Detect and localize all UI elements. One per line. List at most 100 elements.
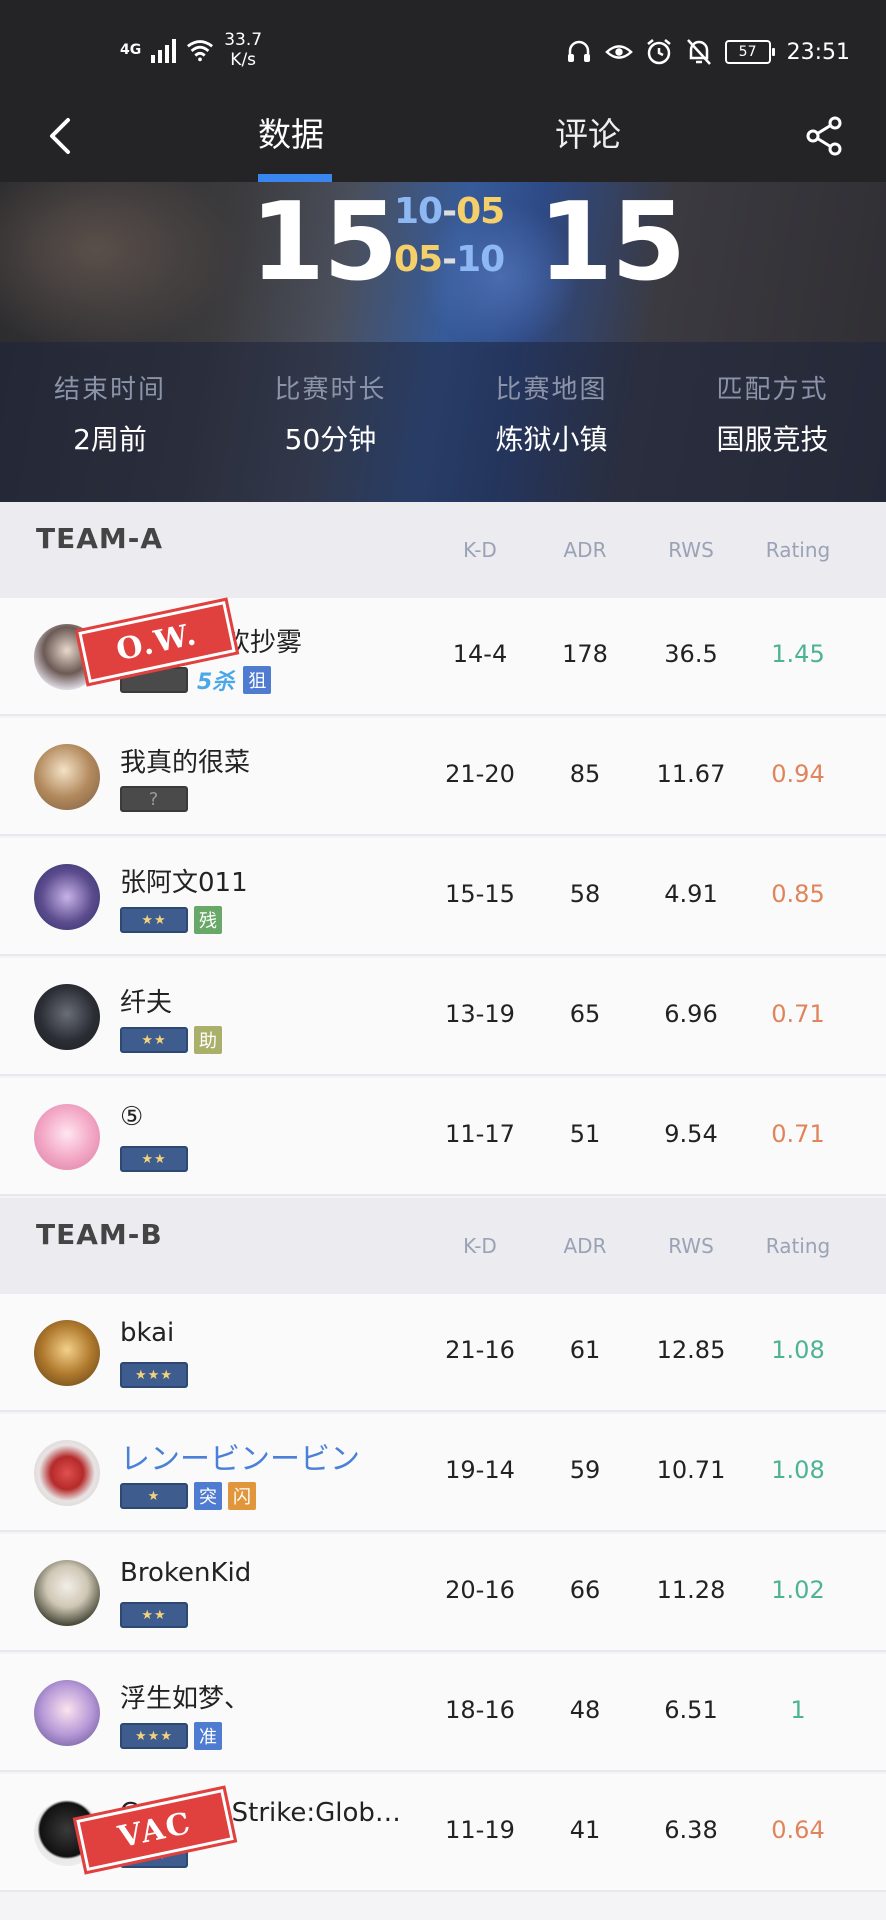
player-row[interactable]: 我真的很菜 ? 21-20 85 11.67 0.94 — [0, 718, 886, 836]
player-badges: ★★ — [120, 1146, 188, 1172]
team-b-header: TEAM-B K-D ADR RWS Rating — [0, 1198, 886, 1294]
avatar[interactable] — [34, 984, 100, 1050]
rank-badge: ★ — [120, 1483, 188, 1509]
sniper-badge: 狙 — [243, 666, 272, 694]
info-label: 匹配方式 — [716, 375, 829, 405]
player-row[interactable]: BrokenKid ★★ 20-16 66 11.28 1.02 — [0, 1534, 886, 1652]
rws-value: 6.96 — [664, 1000, 718, 1028]
status-left: 4G 33.7 K/s — [120, 30, 262, 70]
clock: 23:51 — [786, 39, 850, 65]
rating-value: 1.02 — [771, 1576, 825, 1604]
player-name[interactable]: ⑤ — [120, 1102, 143, 1132]
kd-value: 13-19 — [445, 1000, 515, 1028]
kd-value: 20-16 — [445, 1576, 515, 1604]
player-name[interactable]: BrokenKid — [120, 1558, 251, 1588]
rank-badge: ★★★ — [120, 1723, 188, 1749]
player-row[interactable]: 纤夫 ★★ 助 13-19 65 6.96 0.71 — [0, 958, 886, 1076]
rank-badge: ? — [120, 786, 188, 812]
avatar[interactable] — [34, 1320, 100, 1386]
back-button[interactable] — [30, 106, 90, 166]
rank-badge: ★★ — [120, 1027, 188, 1053]
rank-badge: ★★ — [120, 1146, 188, 1172]
player-badges: ★ 突 闪 — [120, 1482, 256, 1510]
adr-value: 85 — [569, 760, 601, 788]
rws-value: 36.5 — [664, 640, 718, 668]
first-half-a: 10 — [394, 191, 443, 232]
player-row[interactable]: 我真的喜欢抄雾 5杀 狙 O.W. 14-4 178 36.5 1.45 — [0, 596, 886, 716]
kd-value: 21-16 — [445, 1336, 515, 1364]
tab-data[interactable]: 数据 — [258, 108, 324, 156]
share-button[interactable] — [792, 104, 856, 168]
alarm-icon — [645, 38, 673, 66]
avatar[interactable] — [34, 744, 100, 810]
tab-comments[interactable]: 评论 — [555, 108, 621, 156]
info-mode: 匹配方式 国服竞技 — [662, 372, 883, 458]
player-name[interactable]: 纤夫 — [120, 982, 172, 1019]
player-row[interactable]: bkai ★★★ 21-16 61 12.85 1.08 — [0, 1294, 886, 1412]
score-team-a: 15 — [250, 182, 398, 305]
player-row[interactable]: Counter-Strike:Global ... ★★ VAC 11-19 4… — [0, 1774, 886, 1892]
player-badges: ★★★ — [120, 1362, 188, 1388]
accuracy-badge: 准 — [194, 1722, 222, 1750]
clutch-badge: 残 — [194, 906, 222, 934]
rank-badge: ★★ — [120, 1602, 188, 1628]
speed-value: 33.7 — [224, 30, 263, 50]
rws-value: 9.54 — [664, 1120, 718, 1148]
share-icon — [806, 116, 842, 156]
kd-value: 11-17 — [445, 1120, 515, 1148]
column-kd: K-D — [463, 538, 497, 562]
player-name[interactable]: 我真的很菜 — [120, 742, 250, 779]
rating-value: 1.45 — [771, 640, 825, 668]
player-row[interactable]: 张阿文011 ★★ 残 15-15 58 4.91 0.85 — [0, 838, 886, 956]
map-background — [0, 182, 240, 352]
player-name[interactable]: 浮生如梦、 — [120, 1678, 250, 1715]
rank-badge: ★★ — [120, 907, 188, 933]
info-value: 50分钟 — [284, 423, 377, 456]
info-end-time: 结束时间 2周前 — [0, 372, 220, 458]
rating-value: 0.71 — [771, 1120, 825, 1148]
player-row[interactable]: ⑤ ★★ 11-17 51 9.54 0.71 — [0, 1078, 886, 1196]
wifi-icon — [186, 36, 214, 64]
second-half-b: 10 — [456, 239, 505, 280]
player-name[interactable]: 张阿文011 — [120, 862, 248, 899]
avatar[interactable] — [34, 864, 100, 930]
column-adr: ADR — [563, 1234, 607, 1258]
kd-value: 15-15 — [445, 880, 515, 908]
player-name[interactable]: レンービンービン — [120, 1434, 360, 1478]
player-badges: ? — [120, 786, 188, 812]
column-adr: ADR — [563, 538, 607, 562]
five-kill-badge: 5杀 — [197, 670, 235, 695]
battery-icon: 57 — [724, 40, 775, 64]
headset-icon — [565, 38, 593, 66]
column-kd: K-D — [463, 1234, 497, 1258]
rating-value: 0.71 — [771, 1000, 825, 1028]
player-row[interactable]: レンービンービン ★ 突 闪 19-14 59 10.71 1.08 — [0, 1414, 886, 1532]
player-badges: ★★ 助 — [120, 1026, 222, 1054]
avatar[interactable] — [34, 1560, 100, 1626]
info-map: 比赛地图 炼狱小镇 — [441, 372, 662, 458]
player-name[interactable]: bkai — [120, 1318, 174, 1348]
avatar[interactable] — [34, 1440, 100, 1506]
info-duration: 比赛时长 50分钟 — [220, 372, 441, 458]
first-half-b: 05 — [456, 191, 505, 232]
rws-value: 11.67 — [656, 760, 726, 788]
status-bar: 4G 33.7 K/s 57 23:51 — [0, 0, 886, 100]
adr-value: 66 — [569, 1576, 601, 1604]
column-rating: Rating — [765, 538, 831, 562]
player-badges: ★★ — [120, 1602, 188, 1628]
adr-value: 51 — [569, 1120, 601, 1148]
rws-value: 6.51 — [664, 1696, 718, 1724]
kd-value: 11-19 — [445, 1816, 515, 1844]
rating-value: 0.85 — [771, 880, 825, 908]
avatar[interactable] — [34, 1680, 100, 1746]
match-hero: 15 10-05 05-10 15 结束时间 2周前 比赛时长 50分钟 比赛地… — [0, 182, 886, 502]
player-row[interactable]: 浮生如梦、 ★★★ 准 18-16 48 6.51 1 — [0, 1654, 886, 1772]
network-type: 4G — [120, 42, 142, 58]
nav-bar: 数据 评论 — [0, 100, 886, 182]
avatar[interactable] — [34, 1104, 100, 1170]
rws-value: 4.91 — [664, 880, 718, 908]
column-rws: RWS — [668, 538, 714, 562]
column-rws: RWS — [668, 1234, 714, 1258]
kd-value: 19-14 — [445, 1456, 515, 1484]
adr-value: 59 — [569, 1456, 601, 1484]
